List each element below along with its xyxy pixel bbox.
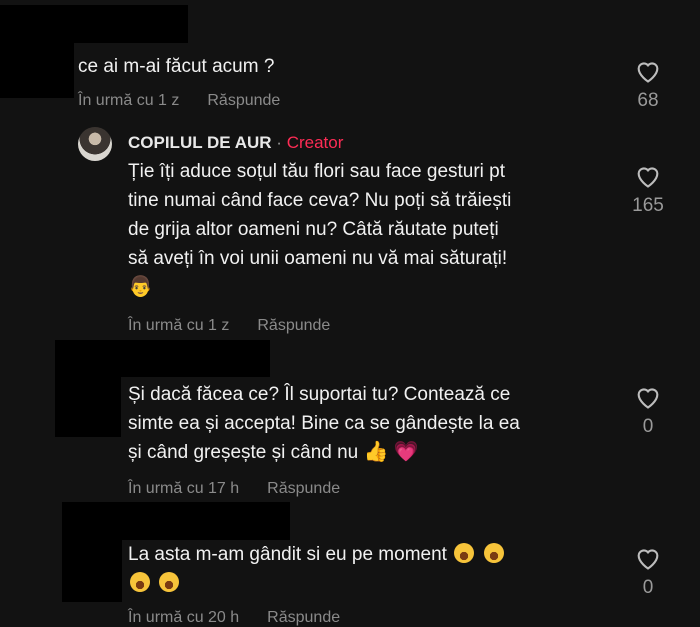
like-control[interactable]: 0: [628, 545, 668, 599]
heart-outline-icon[interactable]: [634, 384, 662, 410]
heart-emoji: 💗: [393, 441, 419, 463]
laughing-emoji: [130, 572, 150, 592]
comment-meta: În urmă cu 1 z Răspunde: [128, 317, 330, 335]
redacted-username: [55, 340, 270, 377]
author-name[interactable]: COPILUL DE AUR: [128, 133, 272, 152]
comment-meta: În urmă cu 20 h Răspunde: [128, 609, 340, 627]
comment-line: să aveți în voi unii oameni nu vă mai să…: [128, 248, 508, 269]
comment-text: Ție îți aduce soțul tău flori sau face g…: [128, 157, 511, 302]
like-count: 0: [642, 416, 654, 437]
redacted-avatar: [62, 540, 122, 602]
heart-outline-icon[interactable]: [634, 545, 662, 571]
person-emoji: 👨: [128, 276, 153, 298]
redacted-avatar: [0, 43, 74, 98]
redacted-avatar: [55, 377, 121, 437]
comment-line: Ție îți aduce soțul tău flori sau face g…: [128, 161, 506, 182]
like-control[interactable]: 0: [628, 384, 668, 438]
comment-time: În urmă cu 1 z: [128, 317, 230, 334]
heart-outline-icon[interactable]: [634, 163, 662, 189]
laughing-emoji: [454, 543, 475, 563]
comment-line: și când greșește și când nu: [128, 442, 359, 463]
comment-text: Și dacă făcea ce? Îl suportai tu? Contea…: [128, 380, 520, 467]
comment-text: ce ai m-ai făcut acum ?: [78, 56, 275, 77]
like-count: 68: [637, 90, 659, 111]
like-count: 165: [632, 195, 664, 216]
reply-button[interactable]: Răspunde: [257, 317, 330, 335]
author-separator: ·: [276, 133, 282, 152]
comment-time: În urmă cu 20 h: [128, 609, 240, 626]
reply-button[interactable]: Răspunde: [267, 480, 340, 498]
thumbs-up-emoji: 👍: [363, 441, 389, 463]
creator-badge: Creator: [286, 133, 344, 152]
reply-button[interactable]: Răspunde: [207, 92, 280, 110]
comment-meta: În urmă cu 1 z Răspunde: [78, 92, 280, 110]
comment-line: Și dacă făcea ce? Îl suportai tu? Contea…: [128, 384, 511, 405]
laughing-emoji: [483, 543, 504, 563]
comment-line: de grija altor oameni nu? Câtă răutate p…: [128, 219, 499, 240]
reply-button[interactable]: Răspunde: [267, 609, 340, 627]
comment-line: tine numai când face ceva? Nu poți să tr…: [128, 190, 512, 211]
comment-time: În urmă cu 1 z: [78, 92, 180, 109]
comment-line: simte ea și accepta! Bine ca se gândește…: [128, 413, 520, 434]
redacted-username: [62, 502, 290, 540]
like-control[interactable]: 165: [628, 163, 668, 217]
comment-author[interactable]: COPILUL DE AUR · Creator: [128, 133, 343, 153]
comment-line: La asta m-am gândit si eu pe moment: [128, 544, 447, 565]
like-count: 0: [642, 577, 654, 598]
heart-outline-icon[interactable]: [634, 58, 662, 84]
comment-text: La asta m-am gândit si eu pe moment: [128, 540, 506, 598]
redacted-username: [0, 5, 188, 43]
like-control[interactable]: 68: [628, 58, 668, 112]
laughing-emoji: [159, 572, 180, 592]
comment-meta: În urmă cu 17 h Răspunde: [128, 480, 340, 498]
comment-time: În urmă cu 17 h: [128, 480, 240, 497]
avatar[interactable]: [78, 127, 112, 161]
